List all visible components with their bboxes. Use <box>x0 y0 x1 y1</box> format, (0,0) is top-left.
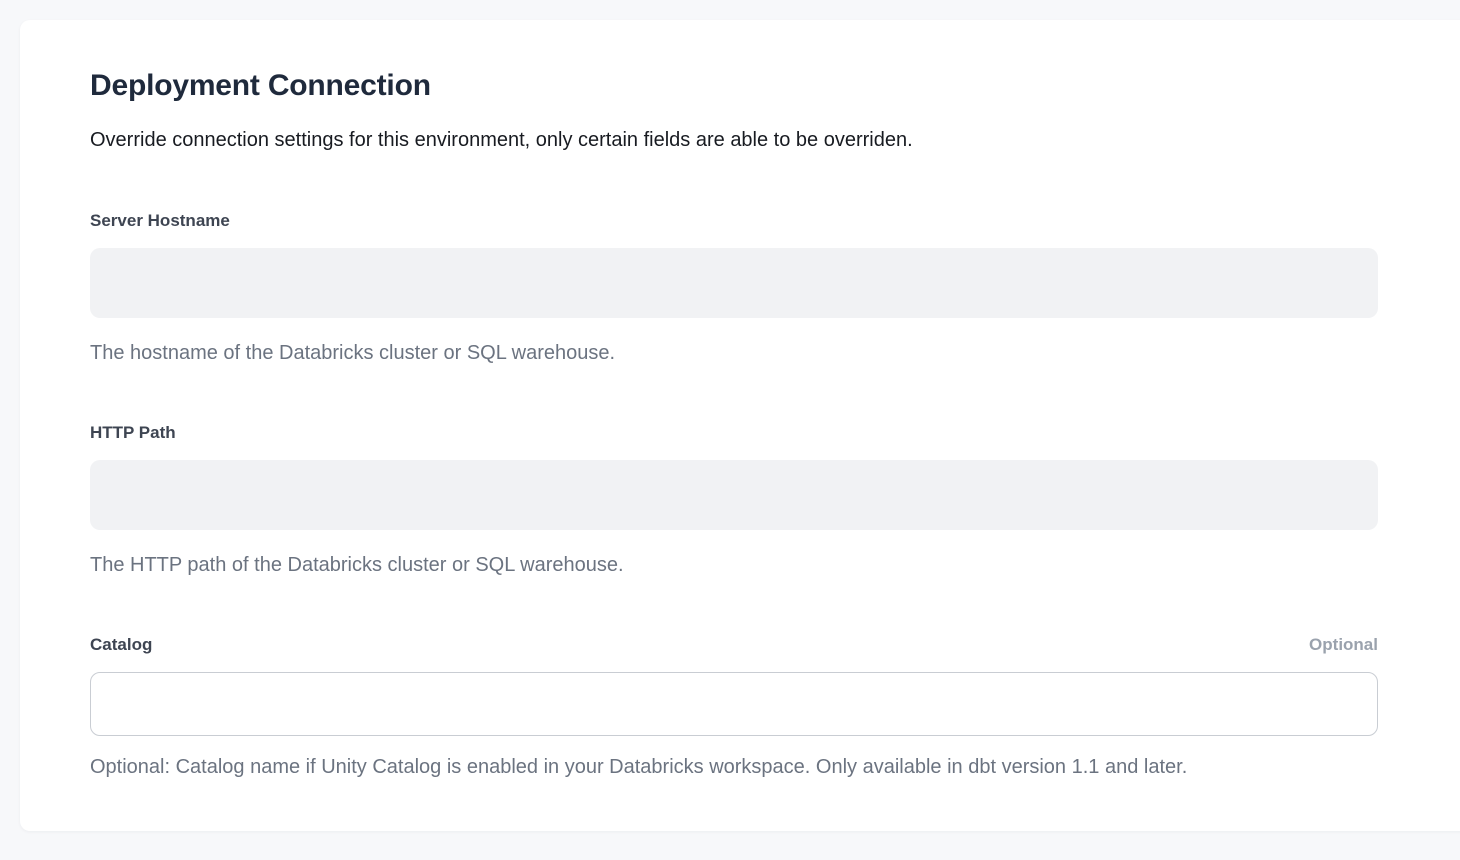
server-hostname-label-row: Server Hostname <box>90 210 1378 232</box>
http-path-label-row: HTTP Path <box>90 422 1378 444</box>
page-subtitle: Override connection settings for this en… <box>90 126 1378 154</box>
http-path-helper-text: The HTTP path of the Databricks cluster … <box>90 552 1378 578</box>
field-http-path: HTTP Path The HTTP path of the Databrick… <box>90 422 1378 578</box>
catalog-optional-badge: Optional <box>1309 635 1378 655</box>
catalog-input[interactable] <box>90 672 1378 736</box>
server-hostname-input <box>90 248 1378 318</box>
catalog-label: Catalog <box>90 634 152 656</box>
server-hostname-label: Server Hostname <box>90 210 230 232</box>
catalog-helper-text: Optional: Catalog name if Unity Catalog … <box>90 754 1378 780</box>
http-path-input <box>90 460 1378 530</box>
deployment-connection-card: Deployment Connection Override connectio… <box>20 20 1460 831</box>
form-container: Deployment Connection Override connectio… <box>90 68 1378 780</box>
http-path-label: HTTP Path <box>90 422 176 444</box>
server-hostname-helper-text: The hostname of the Databricks cluster o… <box>90 340 1378 366</box>
field-server-hostname: Server Hostname The hostname of the Data… <box>90 210 1378 366</box>
field-catalog: Catalog Optional Optional: Catalog name … <box>90 634 1378 780</box>
page-title: Deployment Connection <box>90 68 1378 104</box>
card-content: Deployment Connection Override connectio… <box>20 20 1460 780</box>
catalog-label-row: Catalog Optional <box>90 634 1378 656</box>
